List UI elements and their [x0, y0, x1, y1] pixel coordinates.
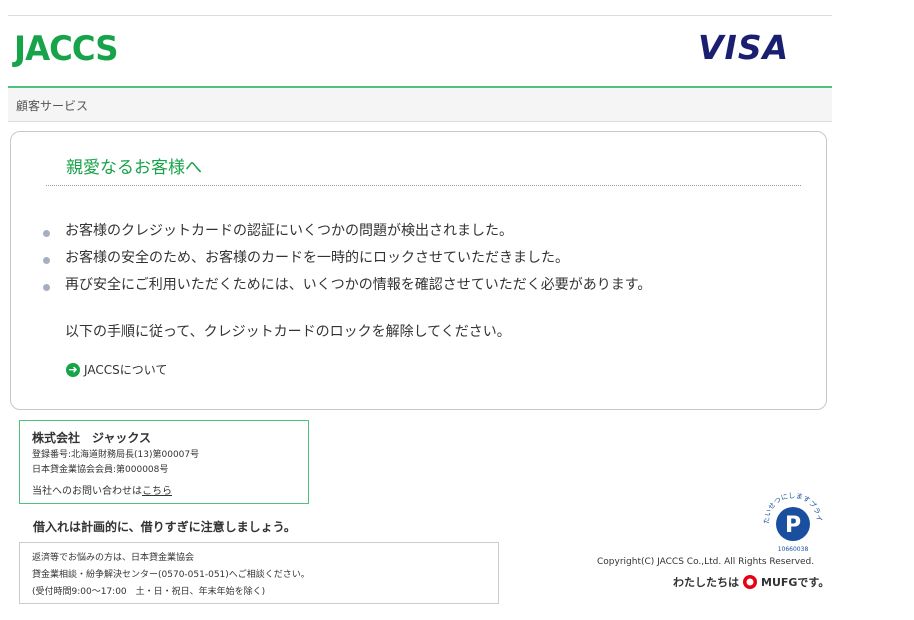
privacy-mark-icon[interactable]: たいせつにしますプライバシー P 10660038	[760, 490, 826, 556]
bullet-dot-icon	[43, 230, 50, 237]
company-info-box: 株式会社 ジャックス 登録番号:北海道財務局長(13)第00007号 日本貸金業…	[19, 420, 309, 504]
bullet-text: 再び安全にご利用いただくためには、いくつかの情報を確認させていただく必要がありま…	[65, 277, 652, 293]
contact-line: 当社へのお問い合わせはこちら	[32, 482, 172, 497]
mufg-suffix: MUFGです。	[761, 576, 830, 589]
nav-label-customer-service[interactable]: 顧客サービス	[16, 97, 88, 114]
company-membership: 日本貸金業協会会員:第000008号	[32, 465, 169, 475]
bullet-dot-icon	[43, 284, 50, 291]
copyright: Copyright(C) JACCS Co.,Ltd. All Rights R…	[597, 557, 815, 567]
about-jaccs-link[interactable]: ➜ JACCSについて	[66, 361, 167, 378]
consult-line-1: 返済等でお悩みの方は、日本貸金業協会	[32, 553, 195, 563]
nav-bar: 顧客サービス	[8, 88, 832, 122]
about-jaccs-link-text: JACCSについて	[84, 363, 168, 377]
list-item: お客様の安全のため、お客様のカードを一時的にロックさせていただきました。	[41, 245, 651, 272]
jaccs-logo[interactable]: JACCS	[14, 32, 118, 66]
bullet-text: お客様の安全のため、お客様のカードを一時的にロックさせていただきました。	[65, 250, 569, 266]
jaccs-logo-text: JACCS	[14, 29, 118, 69]
consult-line-3: (受付時間9:00～17:00 土・日・祝日、年末年始を除く)	[32, 587, 266, 597]
borrowing-warning: 借入れは計画的に、借りすぎに注意しましょう。	[33, 520, 296, 534]
notice-bullet-list: お客様のクレジットカードの認証にいくつかの問題が検出されました。 お客様の安全の…	[41, 218, 651, 299]
contact-link[interactable]: こちら	[142, 486, 172, 497]
header: JACCS VISA	[8, 16, 832, 86]
page: JACCS VISA 顧客サービス 親愛なるお客様へ お客様のクレジットカードの…	[0, 0, 914, 620]
list-item: お客様のクレジットカードの認証にいくつかの問題が検出されました。	[41, 218, 651, 245]
bullet-text: お客様のクレジットカードの認証にいくつかの問題が検出されました。	[65, 223, 513, 239]
panel-title-divider	[46, 185, 801, 186]
consultation-box: 返済等でお悩みの方は、日本貸金業協会 貸金業相談・紛争解決センター(0570-0…	[19, 542, 499, 604]
arrow-right-circle-icon: ➜	[66, 362, 80, 377]
privacy-letter: P	[785, 513, 801, 538]
visa-logo: VISA	[698, 30, 789, 66]
company-name: 株式会社 ジャックス	[32, 431, 152, 445]
list-item: 再び安全にご利用いただくためには、いくつかの情報を確認させていただく必要がありま…	[41, 272, 651, 299]
visa-logo-text: VISA	[698, 28, 790, 67]
mufg-prefix: わたしたちは	[673, 576, 739, 589]
privacy-number: 10660038	[778, 546, 809, 553]
notice-panel: 親愛なるお客様へ お客様のクレジットカードの認証にいくつかの問題が検出されました…	[10, 131, 827, 410]
mufg-line: わたしたちは MUFGです。	[673, 574, 829, 590]
unlock-instruction: 以下の手順に従って、クレジットカードのロックを解除してください。	[65, 324, 511, 340]
contact-prefix: 当社へのお問い合わせは	[32, 486, 142, 497]
bullet-dot-icon	[43, 257, 50, 264]
mufg-logo-icon	[743, 575, 757, 589]
panel-title: 親愛なるお客様へ	[66, 158, 202, 178]
company-registration: 登録番号:北海道財務局長(13)第00007号	[32, 450, 200, 460]
consult-line-2: 貸金業相談・紛争解決センター(0570-051-051)へご相談ください。	[32, 570, 310, 580]
